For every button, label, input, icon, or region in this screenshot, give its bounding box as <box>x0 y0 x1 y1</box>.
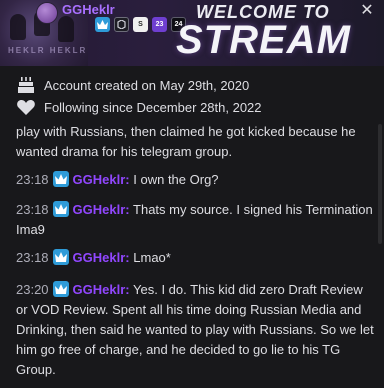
close-icon: ✕ <box>360 2 374 19</box>
message-text: Yes. I do. This kid did zero Draft Revie… <box>16 282 374 377</box>
message-timestamp: 23:18 <box>16 250 49 265</box>
message-separator: : <box>125 172 130 187</box>
crown-badge-icon[interactable] <box>95 17 110 32</box>
message-timestamp: 23:18 <box>16 202 49 217</box>
chat-log[interactable]: play with Russians, then claimed he got … <box>0 118 384 388</box>
following-since-row: Following since December 28th, 2022 <box>16 98 376 116</box>
message-text: play with Russians, then claimed he got … <box>16 124 356 159</box>
message-author[interactable]: GGHeklr <box>73 202 126 217</box>
chat-message: 23:18 GGHeklr: Thats my source. I signed … <box>16 200 376 240</box>
following-since-text: Following since December 28th, 2022 <box>44 99 262 115</box>
crown-badge-icon[interactable] <box>52 201 69 217</box>
chat-message: play with Russians, then claimed he got … <box>16 122 376 162</box>
message-author[interactable]: GGHeklr <box>73 172 126 187</box>
chat-message: 23:18 GGHeklr: Lmao* <box>16 248 376 268</box>
close-button[interactable]: ✕ <box>358 2 376 20</box>
chat-message: 23:18 GGHeklr: I own the Org? <box>16 170 376 190</box>
message-timestamp: 23:18 <box>16 172 49 187</box>
crown-badge-icon[interactable] <box>52 171 69 187</box>
profile-banner: HEKLR HEKLR GGHeklr S 23 24 WELCOME TO S… <box>0 0 384 66</box>
banner-figure <box>58 16 74 42</box>
account-created-text: Account created on May 29th, 2020 <box>44 77 250 93</box>
banner-caption: HEKLR HEKLR <box>8 46 88 55</box>
message-text: Lmao* <box>133 250 171 265</box>
sub-gift-badge-icon[interactable]: S <box>133 17 148 32</box>
prime-gaming-badge-icon[interactable] <box>114 17 129 32</box>
card-username[interactable]: GGHeklr <box>62 2 115 17</box>
crown-badge-icon[interactable] <box>52 249 69 265</box>
message-separator: : <box>125 282 130 297</box>
message-author[interactable]: GGHeklr <box>73 282 126 297</box>
heart-icon <box>17 100 35 115</box>
message-separator: : <box>125 250 130 265</box>
chat-message: 23:20 GGHeklr: Yes. I do. This kid did ze… <box>16 280 376 380</box>
avatar[interactable] <box>36 2 58 24</box>
message-text: Thats my source. I signed his Terminatio… <box>16 202 373 237</box>
message-author[interactable]: GGHeklr <box>73 250 126 265</box>
account-created-row: Account created on May 29th, 2020 <box>16 76 376 94</box>
banner-figure <box>10 14 26 40</box>
message-timestamp: 23:20 <box>16 282 49 297</box>
message-separator: : <box>125 202 130 217</box>
message-text: I own the Org? <box>133 172 219 187</box>
user-card: HEKLR HEKLR GGHeklr S 23 24 WELCOME TO S… <box>0 0 384 388</box>
cake-icon <box>18 77 34 93</box>
chat-scrollbar[interactable] <box>378 124 382 244</box>
year-23-badge-icon[interactable]: 23 <box>152 17 167 32</box>
crown-badge-icon[interactable] <box>52 281 69 297</box>
badge-list: S 23 24 <box>95 17 186 32</box>
banner-stream-text: STREAM <box>176 18 351 62</box>
